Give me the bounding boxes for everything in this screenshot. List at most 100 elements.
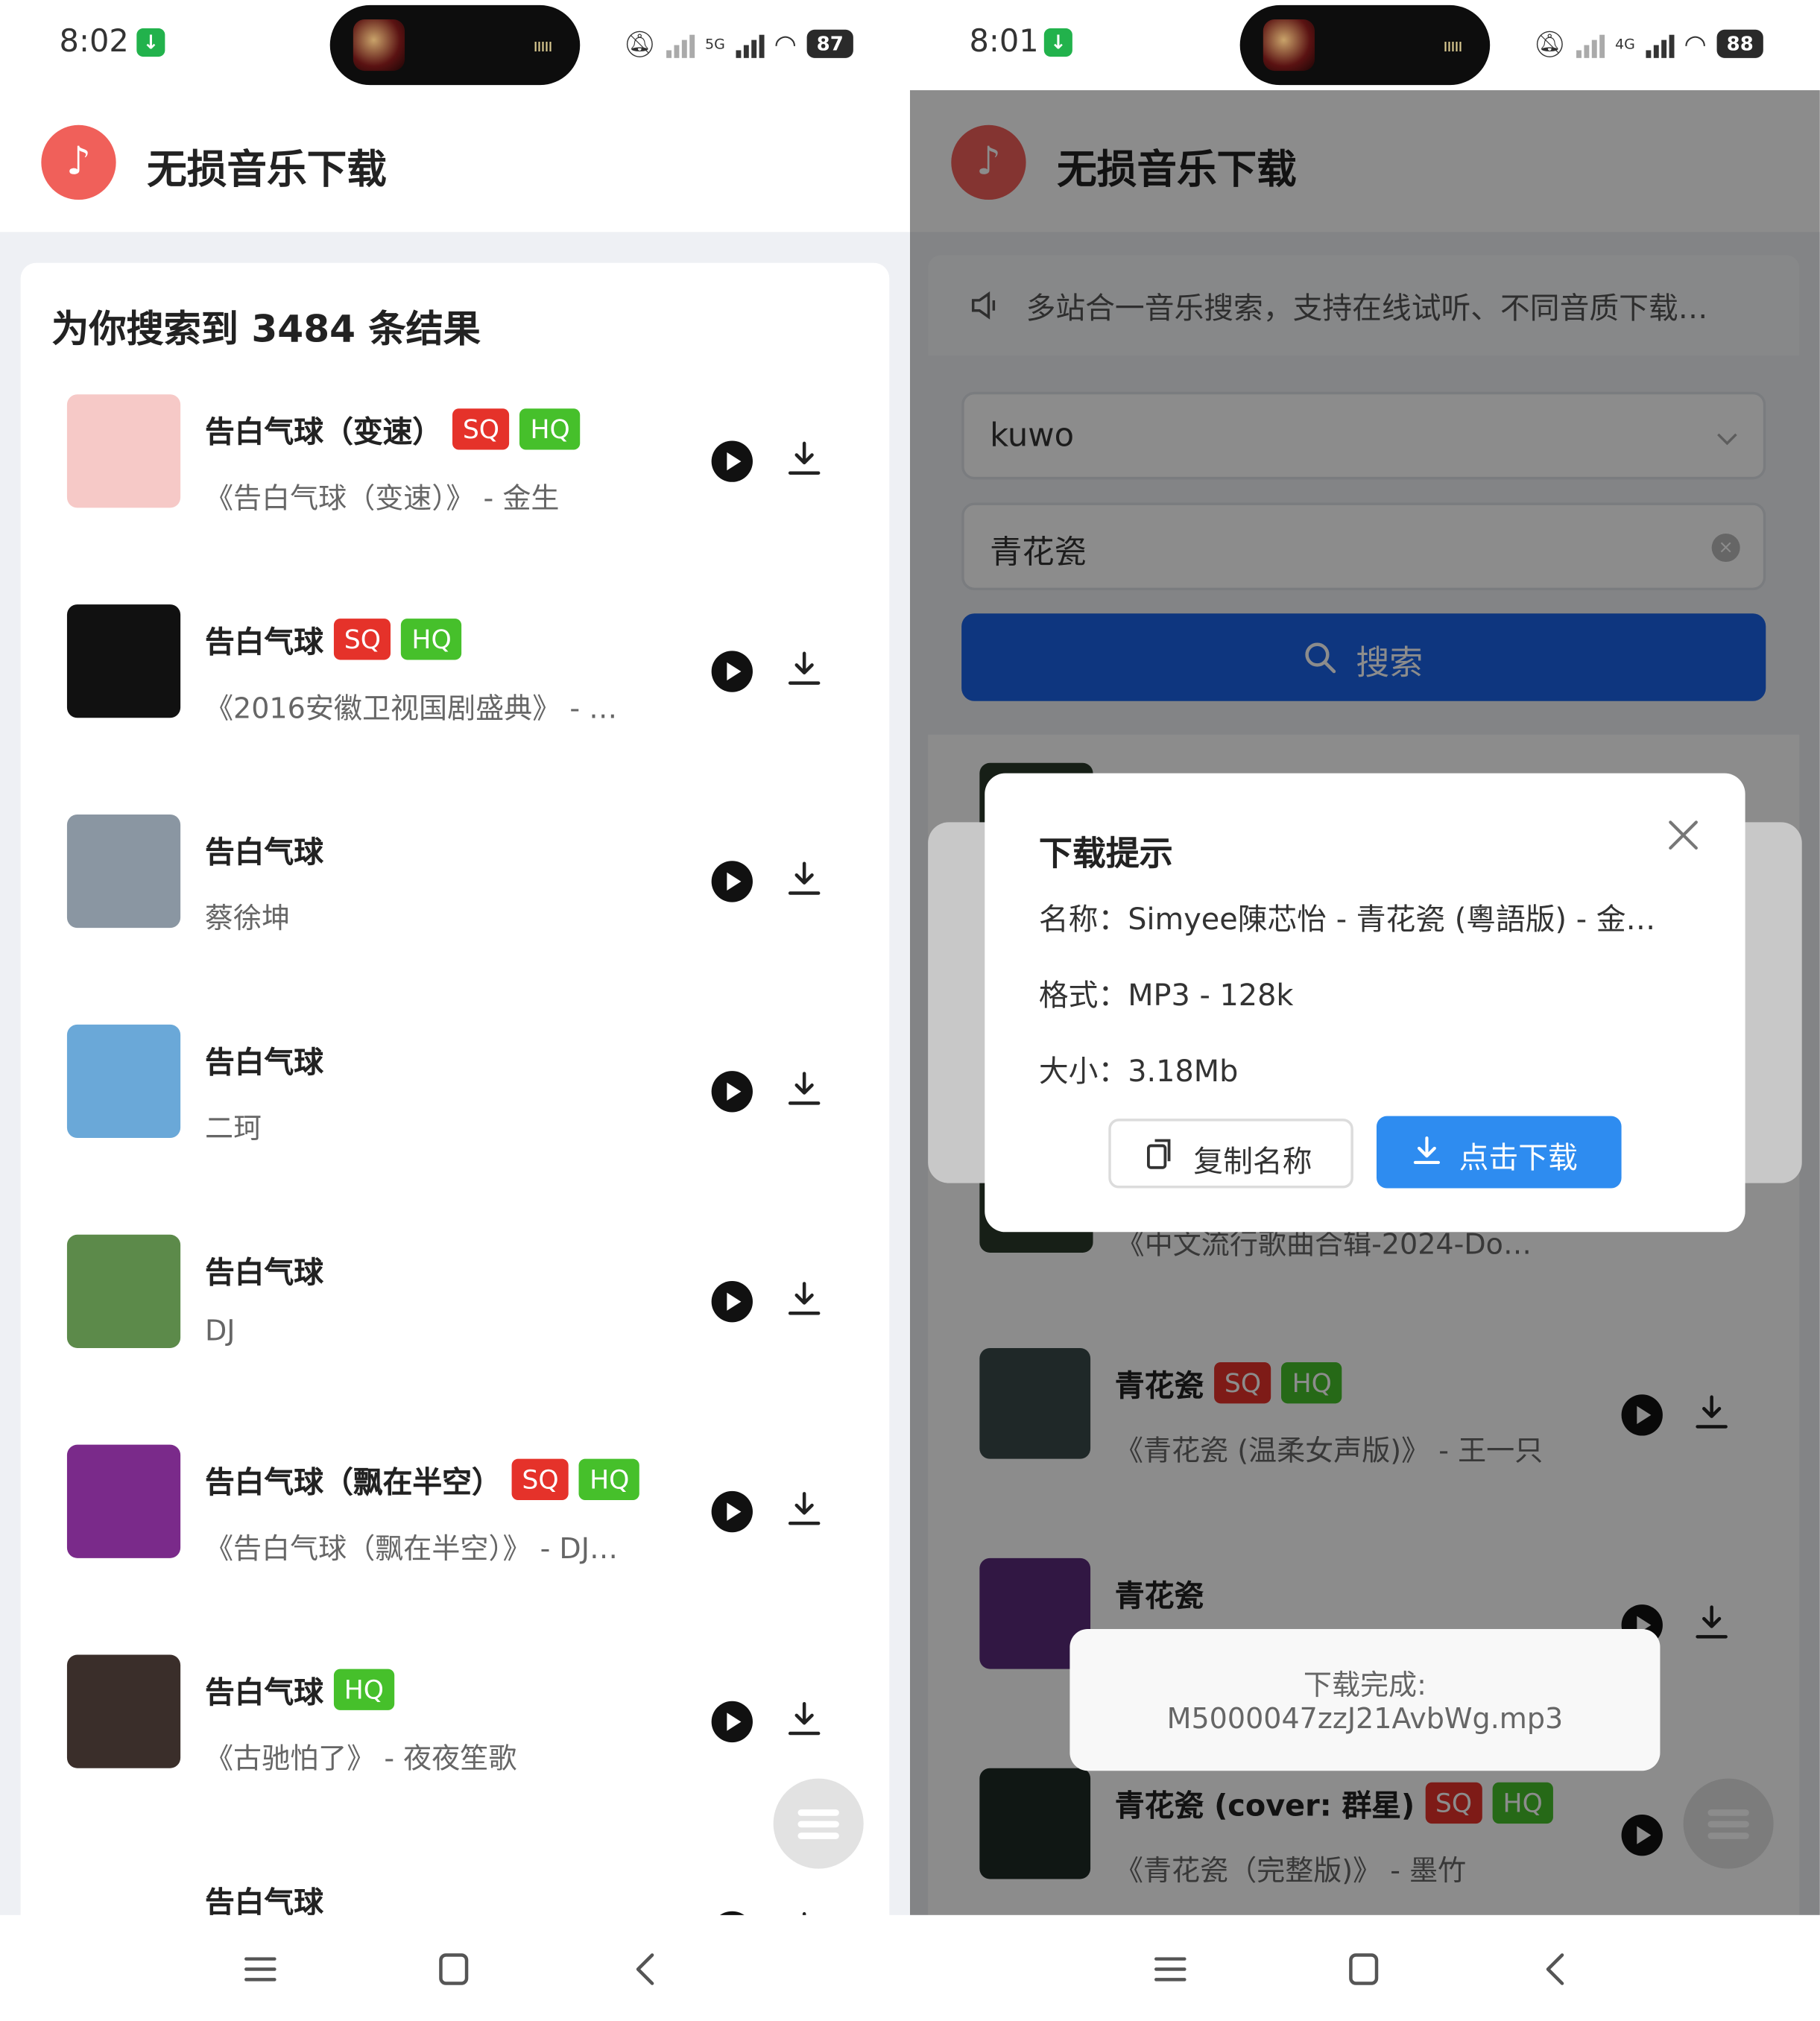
song-subtitle: 《告白气球（飘在半空）》 - DJ… — [204, 1533, 619, 1566]
sq-quality-tag: SQ — [452, 408, 510, 450]
album-cover — [66, 394, 181, 508]
song-title: 告白气球 — [204, 1046, 324, 1081]
system-nav-bar — [909, 1914, 1820, 2021]
play-button[interactable] — [711, 1701, 753, 1743]
copy-name-button[interactable]: 复制名称 — [1108, 1119, 1353, 1189]
song-title-row: 告白气球 — [205, 1247, 323, 1291]
song-row[interactable]: 告白气球 二珂 — [66, 1024, 841, 1154]
sq-quality-tag: SQ — [333, 619, 391, 660]
hq-quality-tag: HQ — [579, 1458, 640, 1501]
menu-icon[interactable] — [1147, 1946, 1193, 1992]
audio-wave-icon: ııııı — [533, 36, 553, 57]
status-time: 8:02 — [59, 23, 129, 60]
song-title: 告白气球 — [204, 626, 324, 660]
download-icon[interactable] — [783, 1279, 824, 1320]
network-type: 5G — [705, 35, 725, 53]
home-icon[interactable] — [1341, 1946, 1387, 1992]
toast-message: 下载完成: M5000047zzJ21AvbWg.mp3 — [1069, 1628, 1661, 1771]
album-cover — [66, 604, 181, 718]
back-icon[interactable] — [1534, 1946, 1580, 1992]
play-button[interactable] — [711, 861, 753, 902]
song-row[interactable]: 告白气球 DJ — [66, 1234, 841, 1364]
song-subtitle: 《2016安徽卫视国剧盛典》 - … — [204, 693, 618, 726]
sq-quality-tag: SQ — [511, 1458, 569, 1501]
download-icon[interactable] — [783, 438, 824, 479]
file-name-line: 名称：Simyee陳芯怡 - 青花瓷 (粵語版) - 金… — [1038, 903, 1656, 937]
signal-icon-sim1 — [1576, 30, 1605, 58]
hq-quality-tag: HQ — [333, 1669, 394, 1710]
download-icon[interactable] — [783, 1488, 824, 1529]
results-count-heading: 为你搜索到 3484 条结果 — [51, 306, 481, 351]
download-notification-icon: ↓ — [136, 28, 165, 57]
mute-icon: 🔕︎ — [1533, 28, 1567, 60]
dynamic-island[interactable]: ııııı — [329, 4, 581, 86]
music-note-icon: ♪ — [41, 124, 116, 200]
media-thumbnail — [353, 19, 405, 72]
song-row[interactable]: 告白气球 HQ 《古驰怕了》 - 夜夜笙歌 — [66, 1654, 841, 1784]
download-icon[interactable] — [783, 858, 824, 899]
song-subtitle: 二珂 — [204, 1113, 262, 1146]
song-subtitle: 《告白气球（变速）》 - 金生 — [204, 483, 560, 516]
right-screen: 8:01 ↓ ııııı 🔕︎ 4G ◠ 88 ♪ 无损音乐下载 多站合一音乐搜… — [909, 0, 1820, 2021]
song-row[interactable]: 告白气球（飘在半空） SQ HQ 《告白气球（飘在半空）》 - DJ… — [66, 1444, 841, 1574]
wifi-icon: ◠ — [774, 28, 797, 60]
play-button[interactable] — [711, 651, 753, 692]
song-title: 告白气球（变速） — [204, 416, 443, 450]
download-icon[interactable] — [783, 1698, 824, 1739]
song-title: 告白气球 — [204, 836, 324, 870]
signal-icon-sim2 — [735, 30, 764, 58]
song-title-row: 告白气球 HQ — [205, 1668, 394, 1712]
battery-indicator: 88 — [1716, 29, 1763, 58]
song-row[interactable]: 告白气球 SQ HQ 《2016安徽卫视国剧盛典》 - … — [66, 604, 841, 733]
song-title-row: 告白气球 — [205, 1037, 323, 1081]
battery-indicator: 87 — [806, 29, 853, 58]
left-screen: 8:02 ↓ ııııı 🔕︎ 5G ◠ 87 ♪ 无损音乐下载 为你搜索到 3… — [0, 0, 910, 2021]
menu-fab-button[interactable] — [773, 1778, 864, 1869]
download-icon[interactable] — [783, 648, 824, 689]
toast-line-2: M5000047zzJ21AvbWg.mp3 — [1166, 1704, 1564, 1736]
back-icon[interactable] — [624, 1946, 670, 1992]
song-row[interactable]: 告白气球 蔡徐坤 — [66, 814, 841, 943]
song-title-row: 告白气球（变速） SQ HQ — [205, 407, 581, 451]
mute-icon: 🔕︎ — [623, 28, 657, 60]
status-bar: 8:02 ↓ ııııı 🔕︎ 5G ◠ 87 — [0, 0, 910, 91]
dynamic-island[interactable]: ııııı — [1239, 4, 1491, 86]
song-subtitle: 《古驰怕了》 - 夜夜笙歌 — [204, 1743, 517, 1777]
app-title: 无损音乐下载 — [147, 147, 387, 194]
home-icon[interactable] — [431, 1946, 477, 1992]
confirm-download-button[interactable]: 点击下载 — [1376, 1116, 1622, 1189]
audio-wave-icon: ııııı — [1443, 36, 1463, 57]
album-cover — [66, 1234, 181, 1348]
play-button[interactable] — [711, 1490, 753, 1533]
play-button[interactable] — [711, 440, 753, 482]
menu-icon[interactable] — [237, 1946, 283, 1992]
play-button[interactable] — [711, 1071, 753, 1113]
signal-icon-sim1 — [666, 30, 695, 58]
hq-quality-tag: HQ — [519, 408, 581, 450]
song-row[interactable]: 告白气球（变速） SQ HQ 《告白气球（变速）》 - 金生 — [66, 394, 841, 523]
signal-icon-sim2 — [1645, 30, 1674, 58]
status-time: 8:01 — [969, 23, 1039, 60]
album-cover — [66, 814, 181, 929]
wifi-icon: ◠ — [1684, 28, 1707, 60]
close-icon[interactable] — [1665, 817, 1701, 853]
download-icon[interactable] — [783, 1069, 824, 1110]
album-cover — [66, 1024, 181, 1139]
system-nav-bar — [0, 1914, 910, 2021]
play-button[interactable] — [711, 1281, 753, 1323]
song-title-row: 告白气球（飘在半空） SQ HQ — [205, 1458, 640, 1502]
download-icon — [1413, 1136, 1441, 1164]
status-icons: 🔕︎ 5G ◠ 87 — [623, 23, 853, 64]
file-format-line: 格式：MP3 - 128k — [1038, 979, 1294, 1013]
network-type: 4G — [1614, 35, 1635, 53]
album-cover — [66, 1654, 181, 1768]
dialog-title: 下载提示 — [1038, 835, 1173, 874]
hq-quality-tag: HQ — [401, 619, 462, 660]
song-subtitle: DJ — [204, 1315, 236, 1348]
song-subtitle: 蔡徐坤 — [204, 903, 291, 936]
app-header: ♪ 无损音乐下载 — [0, 90, 910, 233]
download-notification-icon: ↓ — [1043, 28, 1072, 57]
song-title: 告白气球 — [204, 1676, 324, 1710]
status-icons: 🔕︎ 4G ◠ 88 — [1533, 23, 1763, 64]
confirm-download-label: 点击下载 — [1459, 1142, 1578, 1176]
